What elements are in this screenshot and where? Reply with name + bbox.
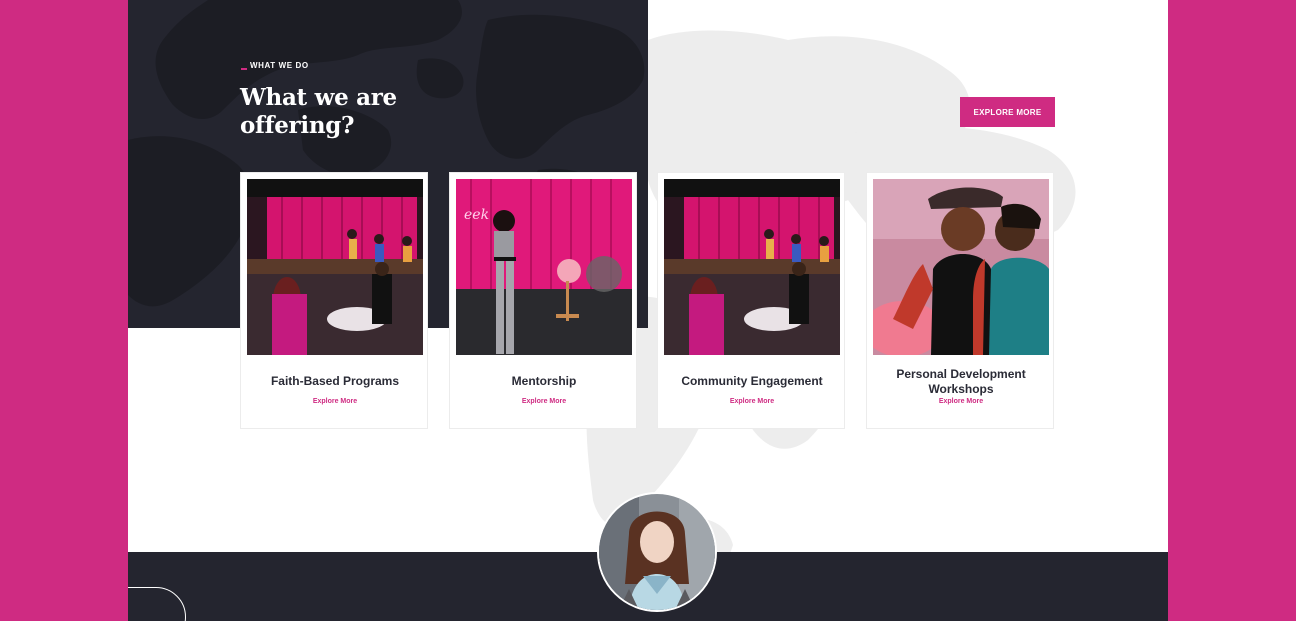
avatar <box>597 492 717 612</box>
card-explore-link[interactable]: Explore More <box>873 398 1049 405</box>
card-explore-link[interactable]: Explore More <box>664 398 840 405</box>
card-title: Community Engagement <box>681 374 823 388</box>
eyebrow-label: What we do <box>250 61 309 70</box>
eyebrow-accent-dash <box>241 67 247 70</box>
speaker-on-stage-photo: eek <box>456 179 632 355</box>
card-explore-link[interactable]: Explore More <box>247 398 423 405</box>
section-eyebrow: What we do <box>241 61 309 70</box>
event-stage-photo <box>247 179 423 355</box>
two-women-smiling-photo <box>873 179 1049 355</box>
event-stage-photo <box>664 179 840 355</box>
service-card-personal-development[interactable]: Personal Development Workshops Explore M… <box>866 172 1054 429</box>
card-title: Personal Development Workshops <box>896 367 1026 396</box>
card-title: Mentorship <box>511 374 577 388</box>
svg-text:eek: eek <box>464 207 489 223</box>
service-card-community-engagement[interactable]: Community Engagement Explore More <box>657 172 845 429</box>
page-wrapper: What we do What we are offering? Explore… <box>128 0 1168 621</box>
service-card-mentorship[interactable]: eek Mentorship Explore More <box>449 172 637 429</box>
card-title: Faith-Based Programs <box>270 374 400 388</box>
service-card-faith-based-programs[interactable]: Faith-Based Programs Explore More <box>240 172 428 429</box>
card-explore-link[interactable]: Explore More <box>456 398 632 405</box>
section-heading: What we are offering? <box>240 84 397 139</box>
decorative-outline-shape <box>128 587 186 621</box>
explore-more-button[interactable]: Explore More <box>960 97 1055 127</box>
